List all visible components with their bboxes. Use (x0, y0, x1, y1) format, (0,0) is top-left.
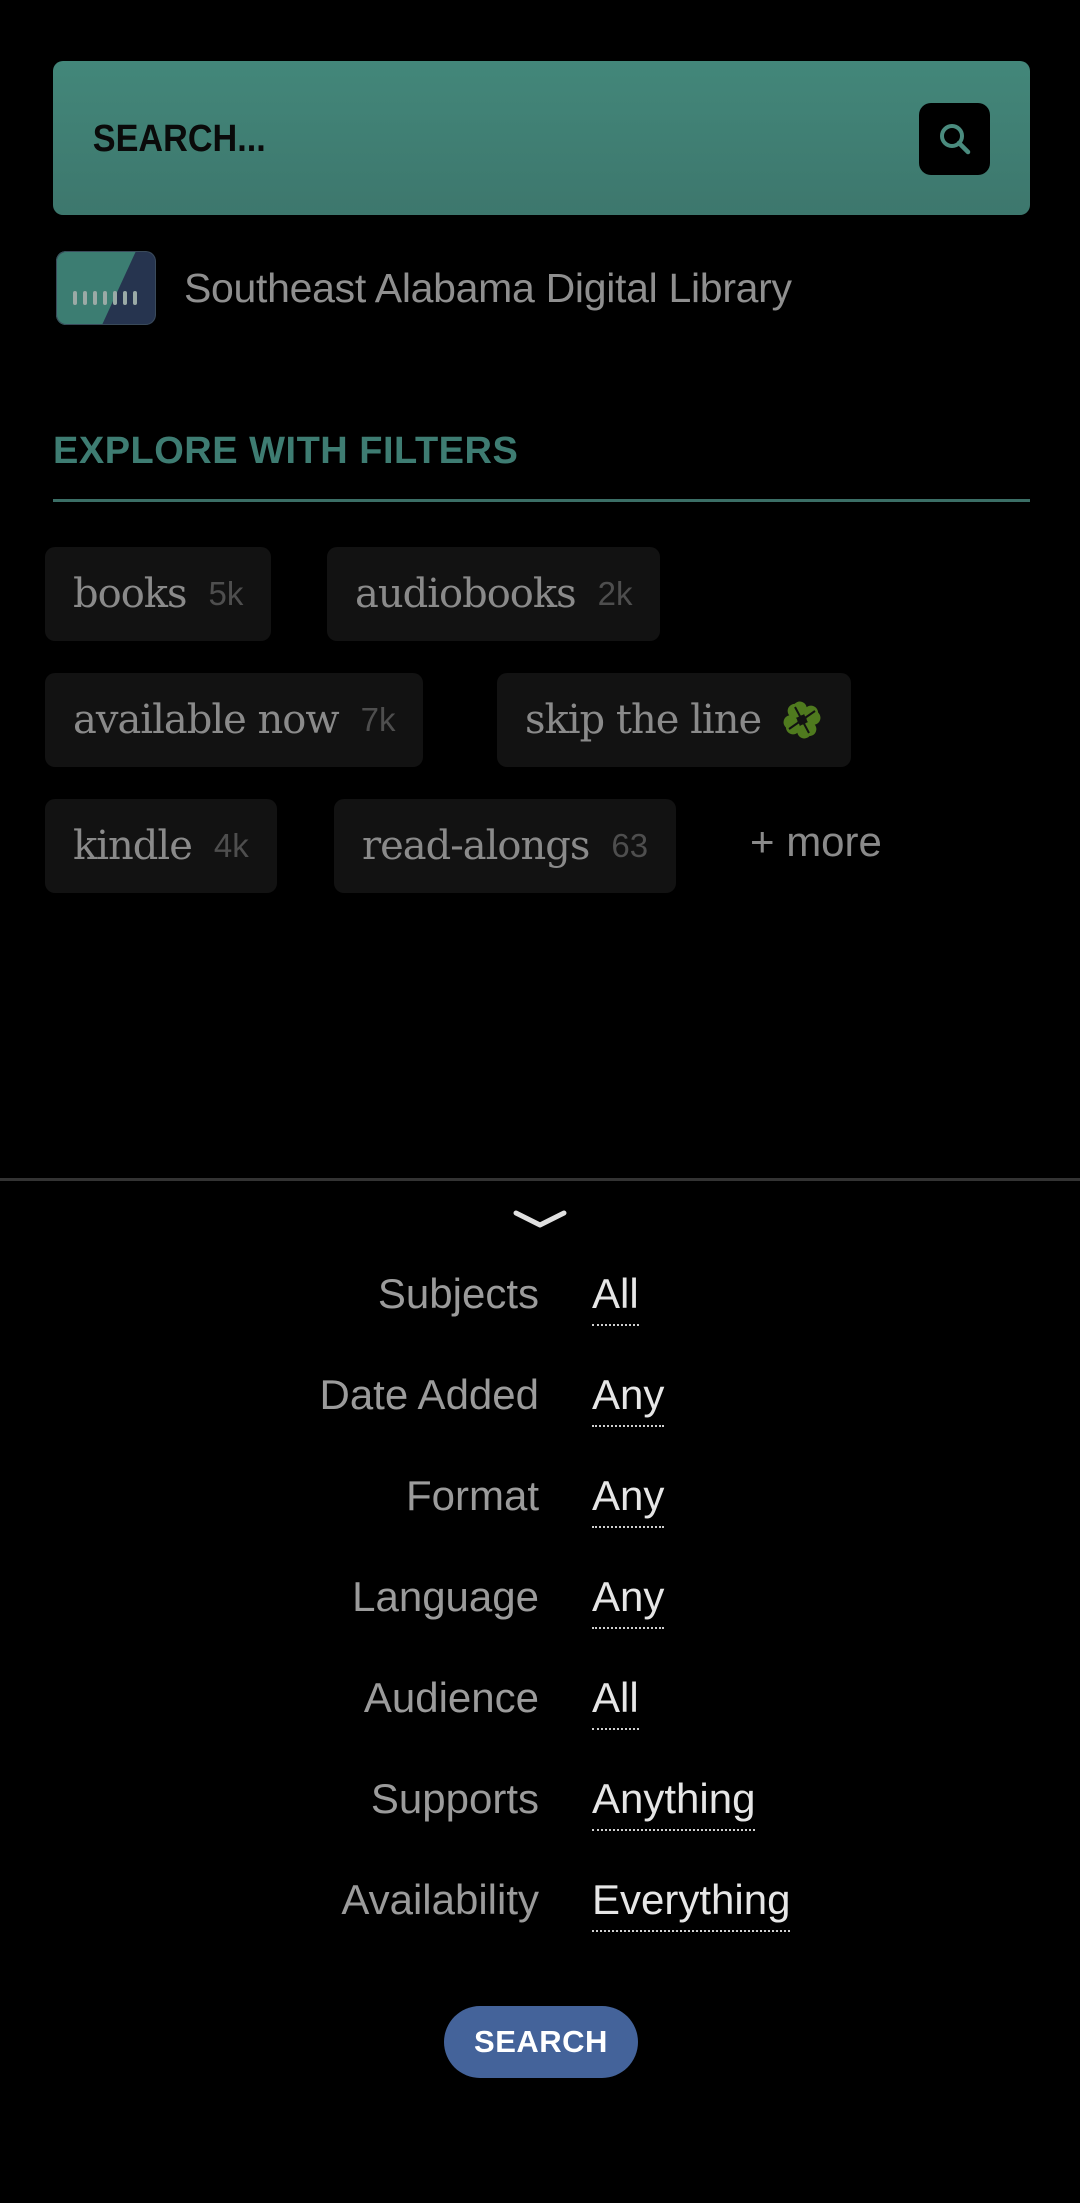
search-submit-button[interactable]: SEARCH (444, 2006, 638, 2078)
library-logo-icon (56, 251, 156, 325)
chip-count: 2k (597, 575, 633, 612)
chip-label: read-alongs (362, 823, 590, 869)
filter-row-availability: Availability Everything (0, 1876, 1080, 1946)
filter-value-dropdown[interactable]: Any (592, 1371, 665, 1427)
filter-chip-kindle[interactable]: kindle 4k (45, 799, 277, 893)
filter-value-dropdown[interactable]: Anything (592, 1775, 756, 1831)
collapse-panel-button[interactable] (510, 1205, 570, 1233)
panel-divider (0, 1178, 1080, 1181)
chip-count: 63 (611, 827, 649, 864)
filter-chip-read-alongs[interactable]: read-alongs 63 (334, 799, 677, 893)
filter-chip-audiobooks[interactable]: audiobooks 2k (327, 547, 661, 641)
filter-value-dropdown[interactable]: Any (592, 1472, 665, 1528)
filter-value-dropdown[interactable]: All (592, 1674, 639, 1730)
filter-value-dropdown[interactable]: Any (592, 1573, 665, 1629)
section-divider (53, 499, 1030, 502)
filter-label: Date Added (319, 1371, 539, 1418)
search-bar (53, 61, 1030, 215)
four-leaf-clover-icon (783, 701, 821, 739)
filter-label: Subjects (377, 1270, 539, 1317)
chip-label: kindle (73, 823, 193, 869)
chevron-down-icon (513, 1210, 567, 1228)
chip-label: books (73, 571, 188, 617)
chip-label: audiobooks (355, 571, 577, 617)
chip-count: 7k (360, 701, 396, 738)
filter-row-audience: Audience All (0, 1674, 1080, 1744)
filter-row-date-added: Date Added Any (0, 1371, 1080, 1441)
explore-filters-heading: EXPLORE WITH FILTERS (53, 430, 519, 472)
filter-value-dropdown[interactable]: Everything (592, 1876, 791, 1932)
chip-label: skip the line (525, 697, 762, 743)
filter-chip-available-now[interactable]: available now 7k (45, 673, 424, 767)
library-name: Southeast Alabama Digital Library (184, 264, 792, 311)
chip-count: 4k (213, 827, 249, 864)
chip-count: 5k (208, 575, 244, 612)
more-filters-link[interactable]: + more (750, 818, 882, 866)
filter-label: Supports (370, 1775, 539, 1822)
filter-row-format: Format Any (0, 1472, 1080, 1542)
filter-chip-skip-the-line[interactable]: skip the line (497, 673, 852, 767)
chip-label: available now (73, 697, 340, 743)
filter-chip-books[interactable]: books 5k (45, 547, 272, 641)
filter-value-dropdown[interactable]: All (592, 1270, 639, 1326)
filter-label: Format (405, 1472, 539, 1519)
filter-row-language: Language Any (0, 1573, 1080, 1643)
search-input[interactable] (91, 113, 815, 165)
search-button[interactable] (919, 103, 990, 175)
filter-label: Audience (363, 1674, 539, 1721)
filter-label: Language (352, 1573, 539, 1620)
search-icon (939, 124, 970, 155)
library-selector[interactable]: Southeast Alabama Digital Library (56, 250, 792, 326)
filter-row-supports: Supports Anything (0, 1775, 1080, 1845)
filter-label: Availability (341, 1876, 539, 1923)
filter-row-subjects: Subjects All (0, 1270, 1080, 1340)
